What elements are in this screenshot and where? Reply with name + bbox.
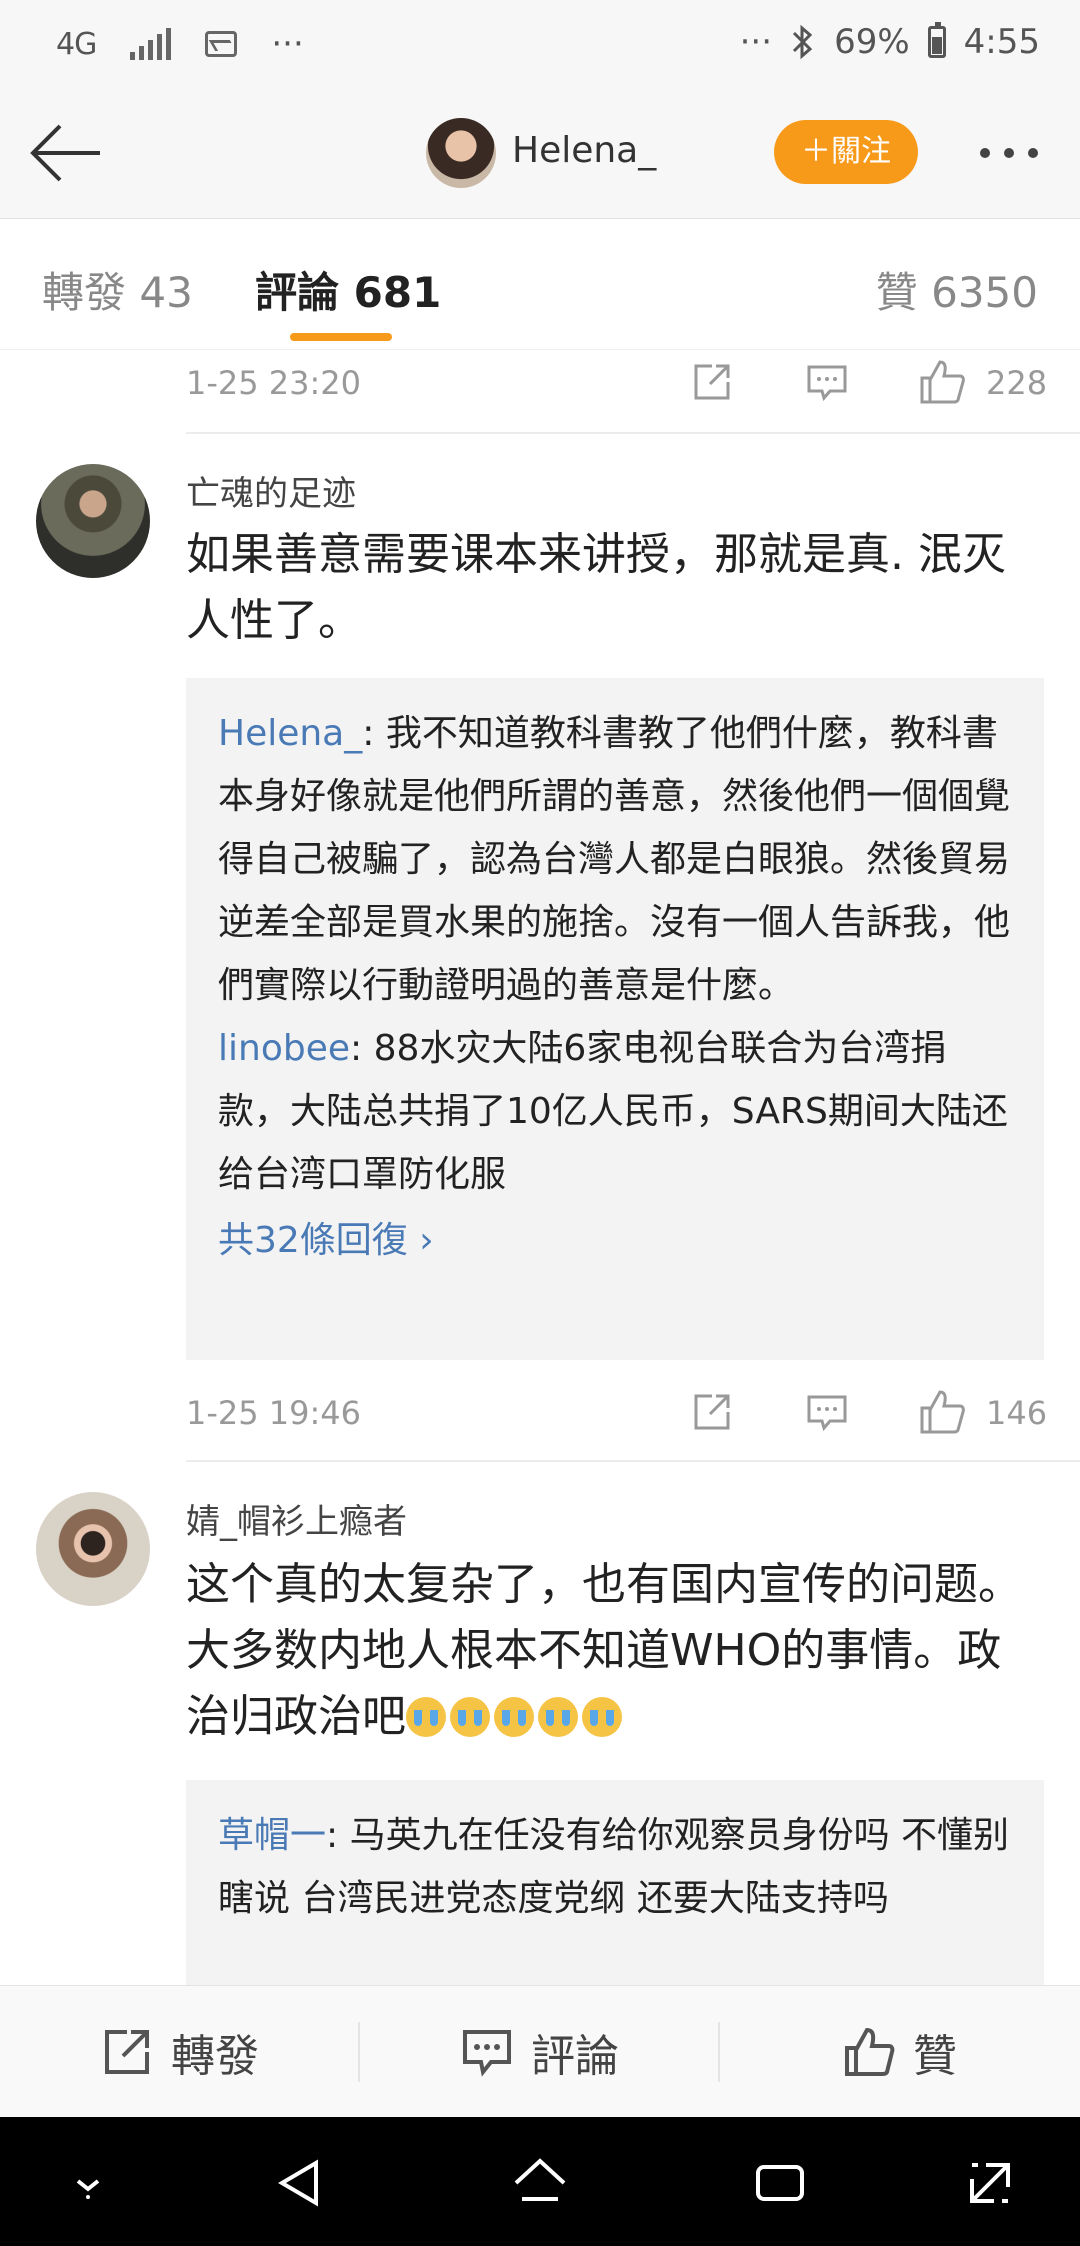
comment-text-container: 这个真的太复杂了，也有国内宣传的问题。大多数内地人根本不知道WHO的事情。政治归… — [186, 1552, 1036, 1752]
comment-icon[interactable] — [806, 1394, 848, 1432]
thumbs-up-icon[interactable] — [918, 1388, 966, 1436]
reply-preview-box[interactable]: Helena_: 我不知道教科書教了他們什麼，教科書本身好像就是他們所謂的善意，… — [186, 678, 1044, 1360]
status-bar: 4G ··· ··· 69% 4:55 — [0, 0, 1080, 90]
tab-comments[interactable]: 評論 681 — [255, 259, 441, 320]
network-indicator: 4G — [56, 26, 97, 62]
clock: 4:55 — [963, 22, 1040, 62]
like-button[interactable]: 贊 — [720, 1986, 1080, 2118]
bluetooth-icon — [793, 24, 813, 60]
tab-reposts[interactable]: 轉發 43 — [42, 259, 193, 320]
thumbs-up-icon[interactable] — [918, 358, 966, 406]
share-icon[interactable] — [692, 1392, 732, 1432]
reply-item: linobee: 88水灾大陆6家电视台联合为台湾捐款，大陆总共捐了10亿人民币… — [218, 1017, 1012, 1206]
more-notifications-icon: ··· — [271, 24, 304, 64]
repost-button[interactable]: 轉發 — [0, 1986, 360, 2118]
commenter-avatar[interactable] — [36, 1492, 150, 1606]
chevron-down-icon[interactable] — [60, 2155, 116, 2211]
crying-emoji-group — [406, 1691, 626, 1742]
system-nav-bar — [0, 2117, 1080, 2246]
active-tab-indicator — [290, 333, 392, 341]
comment-button[interactable]: 評論 — [360, 1986, 720, 2118]
reply-preview-box[interactable]: 草帽一: 马英九在任没有给你观察员身份吗 不懂别瞎说 台湾民进党态度党纲 还要大… — [186, 1780, 1044, 1985]
like-label: 贊 — [913, 2031, 957, 2082]
comment-icon[interactable] — [806, 364, 848, 402]
divider — [186, 1460, 1080, 1462]
comment-time: 1-25 19:46 — [186, 1394, 362, 1432]
comment-meta-row: 1-25 23:20 228 — [186, 354, 1048, 414]
signal-icon — [130, 28, 172, 60]
commenter-avatar[interactable] — [36, 464, 150, 578]
repost-icon — [105, 2030, 149, 2074]
bottom-action-bar: 轉發 評論 贊 — [0, 1985, 1080, 2118]
comment-icon — [463, 2030, 511, 2077]
crying-emoji — [406, 1697, 446, 1737]
crying-emoji — [538, 1697, 578, 1737]
reply-text: : 马英九在任没有给你观察员身份吗 不懂别瞎说 台湾民进党态度党纲 还要大陆支持… — [218, 1815, 1010, 1919]
reply-item: Helena_: 我不知道教科書教了他們什麼，教科書本身好像就是他們所謂的善意，… — [218, 702, 1012, 1017]
tab-likes[interactable]: 贊 6350 — [876, 259, 1038, 320]
reply-author[interactable]: Helena_ — [218, 713, 362, 754]
like-count: 228 — [986, 364, 1048, 402]
comment-meta-row: 1-25 19:46 146 — [186, 1384, 1048, 1444]
header: Helena_ ＋關注 — [0, 90, 1080, 219]
comment-text: 如果善意需要课本来讲授，那就是真. 泯灭人性了。 — [186, 529, 1006, 646]
reply-author[interactable]: linobee — [218, 1028, 350, 1069]
back-arrow-icon[interactable] — [28, 120, 104, 186]
author-avatar[interactable] — [426, 118, 496, 188]
comment-label: 評論 — [531, 2031, 619, 2082]
repost-label: 轉發 — [171, 2031, 259, 2082]
crying-emoji — [582, 1697, 622, 1737]
thumbs-up-icon — [845, 2027, 895, 2076]
status-more-icon: ··· — [739, 22, 773, 62]
recent-apps-icon[interactable] — [752, 2155, 808, 2211]
commenter-name[interactable]: 亡魂的足迹 — [186, 466, 356, 515]
like-count: 146 — [986, 1394, 1048, 1432]
reply-text: : 我不知道教科書教了他們什麼，教科書本身好像就是他們所謂的善意，然後他們一個個… — [218, 713, 1011, 1006]
crying-emoji — [450, 1697, 490, 1737]
battery-percent: 69% — [834, 22, 910, 62]
reply-item: 草帽一: 马英九在任没有给你观察员身份吗 不懂别瞎说 台湾民进党态度党纲 还要大… — [218, 1804, 1012, 1930]
follow-button[interactable]: ＋關注 — [774, 120, 918, 184]
view-all-replies-link[interactable]: 共32條回復 › — [218, 1206, 1012, 1276]
crying-emoji — [494, 1697, 534, 1737]
gallery-notification-icon — [205, 31, 238, 57]
tab-bar: 轉發 43 評論 681 贊 6350 — [0, 219, 1080, 350]
commenter-name[interactable]: 婧_帽衫上瘾者 — [186, 1494, 407, 1543]
back-triangle-icon[interactable] — [272, 2155, 328, 2211]
reply-author[interactable]: 草帽一 — [218, 1815, 326, 1856]
home-icon[interactable] — [512, 2155, 568, 2211]
expand-icon[interactable] — [962, 2155, 1018, 2211]
author-name[interactable]: Helena_ — [512, 130, 656, 171]
comment-time: 1-25 23:20 — [186, 364, 362, 402]
battery-icon — [927, 22, 946, 58]
share-icon[interactable] — [692, 362, 732, 402]
divider — [186, 432, 1080, 434]
more-options-icon[interactable] — [980, 148, 1038, 158]
